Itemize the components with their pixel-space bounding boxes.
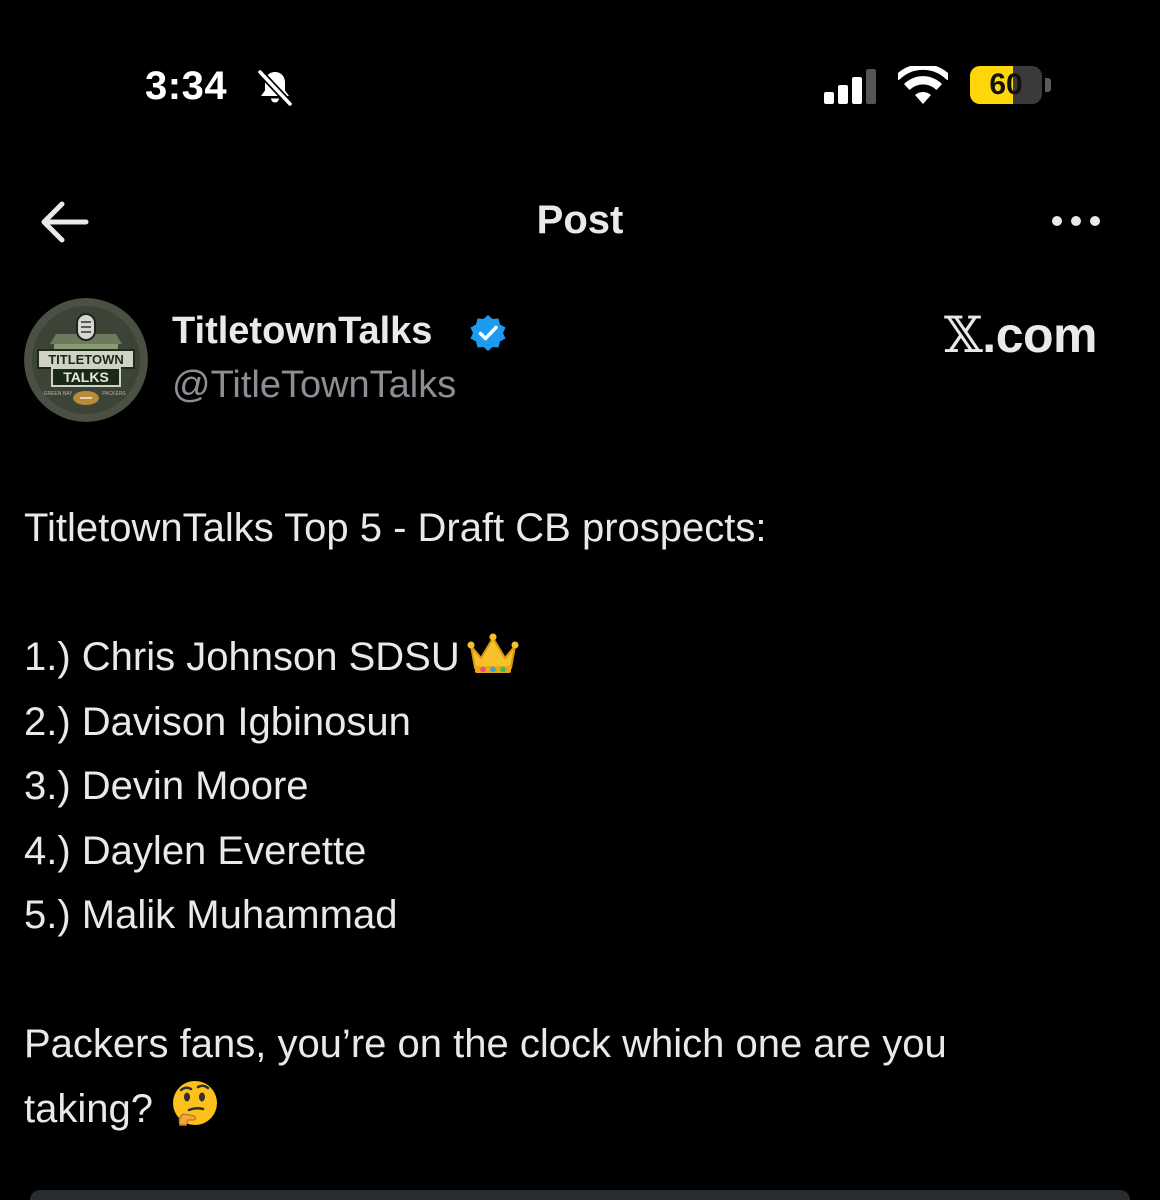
post-question-text: taking?	[24, 1086, 153, 1131]
author-handle[interactable]: @TitleTownTalks	[172, 364, 456, 407]
battery-indicator: 60	[970, 66, 1042, 104]
post-question: Packers fans, you’re on the clock which …	[24, 1022, 947, 1066]
watermark-domain: .com	[982, 307, 1097, 363]
signal-bar	[866, 69, 876, 104]
media-preview[interactable]	[30, 1190, 1130, 1200]
prospect-line: 5.) Malik Muhammad	[24, 893, 398, 937]
signal-bar	[852, 77, 862, 104]
cellular-signal-icon	[824, 69, 876, 104]
line-break	[24, 948, 1136, 1013]
prospect-line: 4.) Daylen Everette	[24, 828, 367, 873]
avatar-logo-text: GREEN BAY	[44, 391, 73, 397]
prospect-text: 1.) Chris Johnson SDSU	[24, 635, 460, 679]
more-options-icon[interactable]	[1048, 206, 1104, 236]
line-break	[24, 561, 1136, 626]
wifi-icon	[898, 66, 948, 104]
prospect-line: 1.) Chris Johnson SDSU	[24, 625, 1136, 690]
titletown-talks-logo: TITLETOWN TALKS GREEN BAY PACKERS	[24, 298, 148, 422]
thinking-face-emoji	[173, 1080, 218, 1126]
battery-cap	[1045, 78, 1051, 92]
avatar-logo-text: TITLETOWN	[48, 352, 124, 367]
prospect-line: 3.) Devin Moore	[24, 764, 309, 808]
avatar[interactable]: TITLETOWN TALKS GREEN BAY PACKERS	[24, 298, 148, 422]
author-name[interactable]: TitletownTalks	[172, 310, 432, 353]
screen: 3:34 60 Post TITLETOWN TALKS GREEN BAY P…	[0, 0, 1160, 1200]
post-intro: TitletownTalks Top 5 - Draft CB prospect…	[24, 506, 767, 550]
post-text: TitletownTalks Top 5 - Draft CB prospect…	[24, 496, 1136, 1141]
status-time: 3:34	[145, 64, 228, 108]
x-com-watermark: 𝕏.com	[944, 306, 1097, 364]
prospect-line: 2.) Davison Igbinosun	[24, 699, 411, 744]
avatar-logo-text: TALKS	[63, 369, 109, 385]
signal-bar	[838, 85, 848, 104]
verified-badge-icon	[470, 315, 506, 351]
page-title: Post	[536, 198, 624, 242]
signal-bar	[824, 92, 834, 104]
bell-slash-icon	[257, 69, 293, 107]
avatar-logo-text: PACKERS	[102, 391, 126, 397]
battery-percent: 60	[989, 68, 1023, 101]
x-logo-icon: 𝕏	[944, 306, 983, 364]
post-question-end: taking?	[24, 1077, 1136, 1142]
crown-emoji	[467, 633, 519, 673]
